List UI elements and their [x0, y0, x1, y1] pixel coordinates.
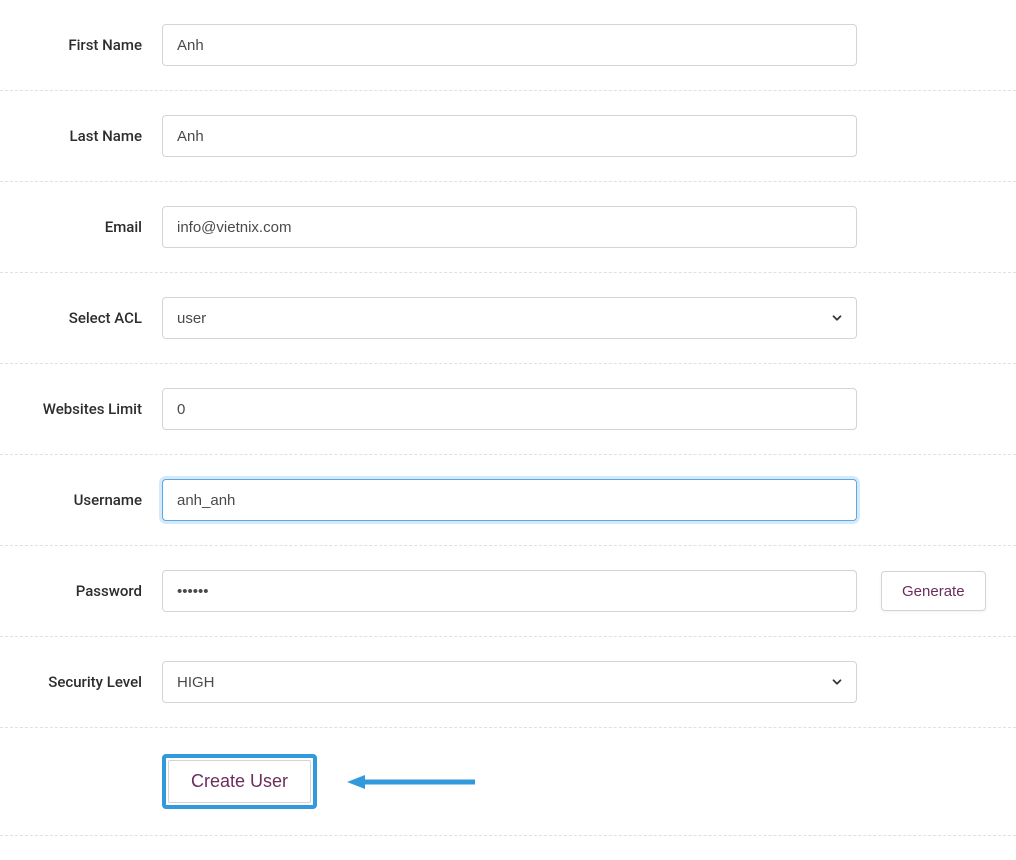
first-name-input[interactable]: [162, 24, 857, 66]
submit-row: Create User: [0, 728, 1016, 836]
username-input-wrap: [162, 479, 857, 521]
websites-limit-input[interactable]: [162, 388, 857, 430]
email-row: Email: [0, 182, 1016, 273]
last-name-input[interactable]: [162, 115, 857, 157]
last-name-row: Last Name: [0, 91, 1016, 182]
last-name-input-wrap: [162, 115, 857, 157]
websites-limit-row: Websites Limit: [0, 364, 1016, 455]
select-acl-label: Select ACL: [22, 309, 162, 327]
first-name-row: First Name: [0, 0, 1016, 91]
select-acl-input-wrap: user: [162, 297, 857, 339]
username-input[interactable]: [162, 479, 857, 521]
username-row: Username: [0, 455, 1016, 546]
security-level-select[interactable]: HIGH: [162, 661, 857, 703]
select-acl-row: Select ACL user: [0, 273, 1016, 364]
security-level-label: Security Level: [22, 673, 162, 691]
password-input[interactable]: [162, 570, 857, 612]
username-label: Username: [22, 491, 162, 509]
websites-limit-label: Websites Limit: [22, 400, 162, 418]
create-user-button[interactable]: Create User: [168, 760, 311, 803]
password-input-wrap: [162, 570, 857, 612]
security-level-input-wrap: HIGH: [162, 661, 857, 703]
create-user-highlight: Create User: [162, 754, 317, 809]
email-label: Email: [22, 218, 162, 236]
last-name-label: Last Name: [22, 127, 162, 145]
websites-limit-input-wrap: [162, 388, 857, 430]
email-input[interactable]: [162, 206, 857, 248]
select-acl-select[interactable]: user: [162, 297, 857, 339]
first-name-input-wrap: [162, 24, 857, 66]
password-inner-row: Generate: [162, 570, 986, 612]
security-level-row: Security Level HIGH: [0, 637, 1016, 728]
email-input-wrap: [162, 206, 857, 248]
password-row: Password Generate: [0, 546, 1016, 637]
arrow-left-icon: [347, 772, 477, 792]
password-label: Password: [22, 582, 162, 600]
first-name-label: First Name: [22, 36, 162, 54]
generate-button[interactable]: Generate: [881, 571, 986, 611]
